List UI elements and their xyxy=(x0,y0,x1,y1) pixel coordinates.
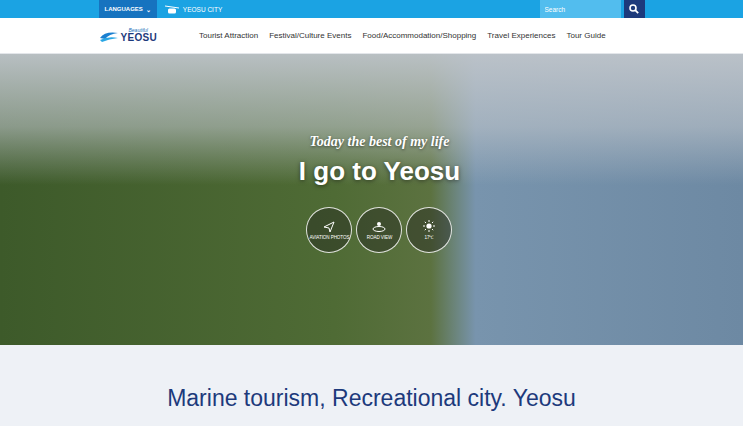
menu-item[interactable]: Festival/Culture Events xyxy=(269,31,351,40)
menu-item[interactable]: Travel Experiences xyxy=(487,31,555,40)
languages-button[interactable]: LANGUAGES⌄ xyxy=(99,0,157,18)
search-input[interactable] xyxy=(540,0,621,18)
hero-circle-button[interactable]: 17℃ xyxy=(406,207,452,253)
nav-bar: BeautifulYEOSU Tourist Attraction Festival… xyxy=(0,18,743,54)
search-button[interactable] xyxy=(624,0,645,18)
menu-item[interactable]: Food/Accommodation/Shopping xyxy=(362,31,476,40)
plane-icon xyxy=(323,221,335,233)
hero-title: I go to Yeosu xyxy=(299,156,460,187)
hero-circle-button[interactable]: ROAD VIEW xyxy=(356,207,402,253)
hero-tagline: Today the best of my life xyxy=(310,134,450,150)
search-icon xyxy=(629,4,639,14)
sun-icon xyxy=(423,220,435,232)
top-bar: LANGUAGES⌄ YEOSU CITY xyxy=(0,0,743,18)
yeosu-city-link[interactable]: YEOSU CITY xyxy=(165,0,222,18)
hero-circle-button[interactable]: AVIATION PHOTOS xyxy=(306,207,352,253)
logo[interactable]: BeautifulYEOSU xyxy=(99,28,158,43)
page: LANGUAGES⌄ YEOSU CITY BeautifulYEOSU Touris… xyxy=(0,0,743,426)
section-heading: Marine tourism, Recreational city. Yeosu xyxy=(167,385,576,412)
menu-item[interactable]: Tour Guide xyxy=(566,31,605,40)
road-view-icon xyxy=(372,221,386,233)
hero-photo: Today the best of my life I go to Yeosu AV… xyxy=(0,54,743,345)
intro-section: Marine tourism, Recreational city. Yeosu xyxy=(0,345,743,426)
logo-wave-icon xyxy=(99,30,119,42)
main-menu: Tourist Attraction Festival/Culture Event… xyxy=(199,31,606,40)
menu-item[interactable]: Tourist Attraction xyxy=(199,31,258,40)
cable-car-icon xyxy=(165,5,179,14)
